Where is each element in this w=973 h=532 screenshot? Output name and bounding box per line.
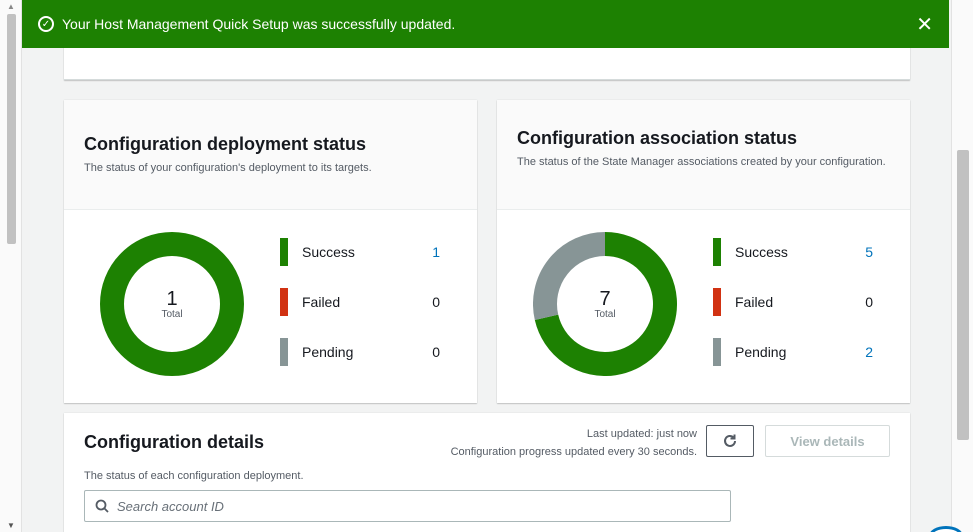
donut-center: 7 Total bbox=[533, 232, 677, 376]
association-legend: Success 5 Failed 0 Pending 2 bbox=[713, 238, 873, 388]
deployment-status-card: Configuration deployment status The stat… bbox=[64, 100, 477, 403]
pending-count: 0 bbox=[432, 344, 440, 360]
legend-row-pending: Pending 2 bbox=[713, 338, 873, 366]
total-count: 1 bbox=[166, 287, 178, 310]
donut-center: 1 Total bbox=[100, 232, 244, 376]
pending-swatch bbox=[713, 338, 721, 366]
card-title: Configuration association status bbox=[517, 128, 798, 148]
pending-count-link[interactable]: 2 bbox=[853, 344, 873, 360]
scroll-up-arrow-icon[interactable]: ▲ bbox=[7, 2, 15, 11]
total-label: Total bbox=[161, 308, 183, 320]
configuration-details-card: Configuration details The status of each… bbox=[64, 413, 910, 532]
search-account-id-input[interactable] bbox=[117, 498, 720, 514]
legend-label: Failed bbox=[735, 294, 774, 310]
left-scrollbar[interactable]: ▲ ▼ bbox=[0, 0, 22, 532]
success-count-link[interactable]: 1 bbox=[420, 244, 440, 260]
failed-count: 0 bbox=[432, 294, 440, 310]
legend-row-failed: Failed 0 bbox=[713, 288, 873, 316]
card-subtitle: The status of the State Manager associat… bbox=[517, 156, 886, 168]
update-meta: Last updated: just now Configuration pro… bbox=[451, 425, 697, 461]
association-donut-chart: 7 Total bbox=[533, 232, 677, 376]
failed-swatch bbox=[280, 288, 288, 316]
progress-note-text: Configuration progress updated every 30 … bbox=[450, 446, 697, 458]
total-count: 7 bbox=[599, 287, 611, 310]
flash-message: Your Host Management Quick Setup was suc… bbox=[62, 16, 456, 32]
card-header: Configuration association status The sta… bbox=[497, 100, 910, 210]
legend-label: Success bbox=[302, 244, 355, 260]
total-label: Total bbox=[594, 308, 616, 320]
failed-count: 0 bbox=[865, 294, 873, 310]
deployment-donut-chart: 1 Total bbox=[100, 232, 244, 376]
card-title: Configuration deployment status bbox=[84, 134, 367, 154]
legend-label: Pending bbox=[735, 344, 787, 360]
last-updated-text: Last updated: just now bbox=[586, 428, 697, 440]
card-subtitle: The status of your configuration's deplo… bbox=[84, 162, 372, 174]
legend-row-success: Success 5 bbox=[713, 238, 873, 266]
legend-label: Failed bbox=[302, 294, 341, 310]
legend-row-pending: Pending 0 bbox=[280, 338, 440, 366]
right-scrollbar[interactable] bbox=[951, 0, 973, 532]
pending-swatch bbox=[280, 338, 288, 366]
view-details-button[interactable]: View details bbox=[765, 425, 890, 457]
right-scrollbar-thumb[interactable] bbox=[957, 150, 969, 440]
refresh-button[interactable] bbox=[706, 425, 754, 457]
success-flash-banner: ✓ Your Host Management Quick Setup was s… bbox=[22, 0, 949, 48]
failed-swatch bbox=[713, 288, 721, 316]
scroll-down-arrow-icon[interactable]: ▼ bbox=[7, 521, 15, 530]
deployment-legend: Success 1 Failed 0 Pending 0 bbox=[280, 238, 440, 388]
refresh-icon bbox=[724, 434, 736, 447]
legend-label: Pending bbox=[302, 344, 354, 360]
success-swatch bbox=[713, 238, 721, 266]
association-status-card: Configuration association status The sta… bbox=[497, 100, 910, 403]
details-subtitle: The status of each configuration deploym… bbox=[84, 470, 304, 482]
success-check-icon: ✓ bbox=[38, 16, 54, 32]
search-box[interactable] bbox=[84, 490, 731, 522]
left-scrollbar-thumb[interactable] bbox=[7, 14, 16, 244]
legend-row-failed: Failed 0 bbox=[280, 288, 440, 316]
legend-label: Success bbox=[735, 244, 788, 260]
success-swatch bbox=[280, 238, 288, 266]
card-header: Configuration deployment status The stat… bbox=[64, 100, 477, 210]
close-icon[interactable]: ✕ bbox=[916, 12, 933, 37]
search-icon bbox=[95, 499, 109, 513]
success-count-link[interactable]: 5 bbox=[853, 244, 873, 260]
legend-row-success: Success 1 bbox=[280, 238, 440, 266]
